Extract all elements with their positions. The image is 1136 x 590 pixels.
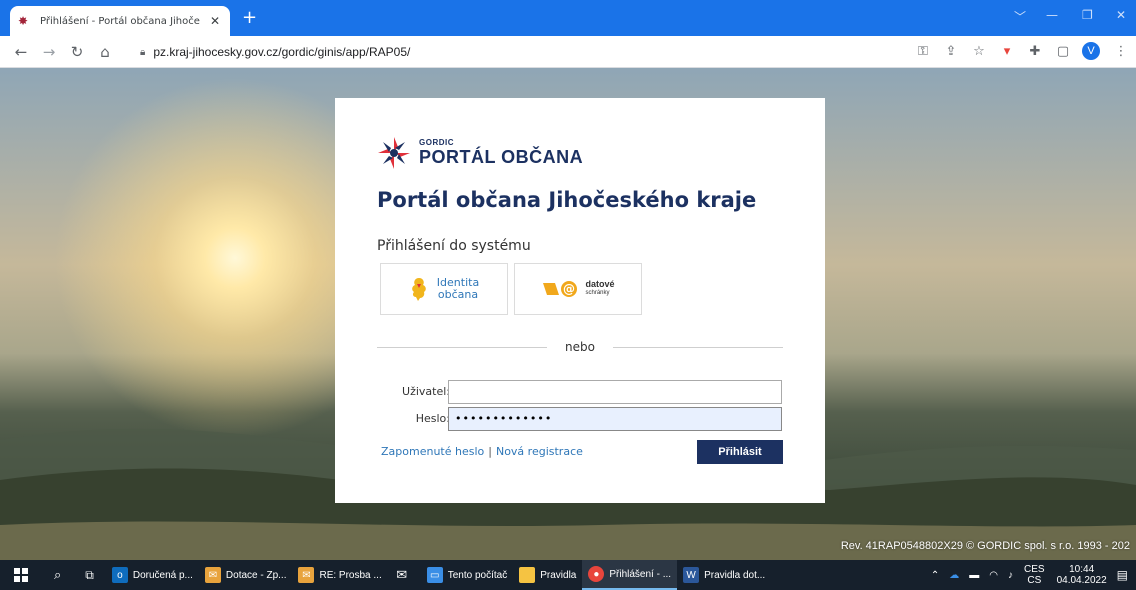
or-divider: nebo (377, 340, 783, 354)
taskbar-item-mail-2[interactable]: ✉ RE: Prosba ... (292, 560, 387, 590)
volume-icon[interactable]: ♪ (1008, 570, 1013, 581)
forgot-password-link[interactable]: Zapomenuté heslo (381, 445, 484, 458)
or-label: nebo (565, 340, 595, 354)
wifi-icon[interactable]: ◠ (989, 570, 998, 581)
restore-icon[interactable]: ❐ (1082, 8, 1093, 22)
pocket-icon[interactable]: ▾ (1000, 44, 1014, 59)
folder-icon (519, 567, 536, 583)
system-tray: ⌃ ☁ ▬ ◠ ♪ CES CS 10:44 04.04.2022 ▤ (926, 560, 1132, 590)
outlook-icon: o (111, 567, 128, 583)
browser-tab[interactable]: ✸ Přihlášení - Portál občana Jihoče ✕ (10, 6, 230, 36)
sidepanel-icon[interactable]: ▢ (1056, 44, 1070, 59)
menu-icon[interactable]: ⋮ (1114, 44, 1128, 59)
close-window-icon[interactable]: ✕ (1116, 8, 1126, 22)
ds-line1: datové (585, 279, 615, 289)
identita-obcana-button[interactable]: Identita občana (380, 263, 508, 315)
page-background: GORDIC PORTÁL OBČANA Portál občana Jihoč… (0, 68, 1136, 560)
profile-avatar[interactable]: V (1082, 42, 1100, 60)
ds-line2: schránky (585, 290, 610, 296)
windows-logo-icon (14, 568, 28, 582)
logo-product: PORTÁL OBČANA (419, 147, 584, 167)
revision-footer: Rev. 41RAP0548802X29 © GORDIC spol. s r.… (840, 540, 1130, 552)
identita-line2: občana (437, 288, 479, 301)
datove-schranky-button[interactable]: @ datové schránky (514, 263, 642, 315)
mail-icon: ✉ (298, 567, 315, 583)
lang-code: CES (1024, 564, 1045, 575)
key-icon[interactable]: ⚿ (916, 44, 930, 59)
chrome-icon: ● (588, 566, 605, 582)
taskbar-item-label: Dotace - Zp... (225, 569, 287, 581)
portal-logo-icon (378, 137, 410, 169)
onedrive-icon[interactable]: ☁ (949, 570, 959, 581)
taskbar-item-label: RE: Prosba ... (319, 569, 382, 581)
gordic-logo: GORDIC PORTÁL OBČANA (377, 136, 583, 170)
tray-chevron-icon[interactable]: ⌃ (931, 570, 939, 581)
login-button[interactable]: Přihlásit (697, 440, 783, 464)
login-subtitle: Přihlášení do systému (377, 238, 531, 254)
taskbar-item-outlook[interactable]: o Doručená p... (106, 560, 199, 590)
password-input[interactable]: ••••••••••••• (448, 407, 782, 431)
datove-schranky-logo-icon: @ (543, 281, 578, 297)
clock[interactable]: 10:44 04.04.2022 (1057, 564, 1107, 586)
logo-company: GORDIC (419, 138, 454, 147)
keyboard-code: CS (1027, 575, 1042, 586)
tab-search-icon[interactable]: ﹀ (1014, 8, 1026, 25)
taskbar-item-label: Doručená p... (132, 569, 193, 581)
word-icon: W (683, 567, 700, 583)
links-separator: | (488, 445, 492, 458)
language-indicator[interactable]: CES CS (1024, 564, 1045, 586)
tab-close-icon[interactable]: ✕ (208, 14, 222, 28)
mail-icon: ✉ (204, 567, 221, 583)
notifications-icon[interactable]: ▤ (1117, 568, 1128, 582)
password-row: Heslo: ••••••••••••• (335, 407, 825, 431)
back-icon[interactable]: ← (14, 43, 28, 61)
username-label: Uživatel: (402, 385, 450, 398)
taskbar-item-folder[interactable]: Pravidla (513, 560, 582, 590)
computer-icon: ▭ (426, 567, 443, 583)
clock-time: 10:44 (1069, 564, 1095, 575)
envelope-icon: ✉ (396, 567, 408, 582)
clock-date: 04.04.2022 (1056, 575, 1107, 586)
lock-icon[interactable]: 🔒︎ (140, 47, 145, 58)
browser-toolbar: ← → ↻ ⌂ 🔒︎ pz.kraj-jihocesky.gov.cz/gord… (0, 36, 1136, 68)
share-icon[interactable]: ⇪ (944, 44, 958, 59)
gordic-favicon-icon: ✸ (18, 14, 29, 28)
username-input[interactable] (448, 380, 782, 404)
tab-title: Přihlášení - Portál občana Jihoče (40, 15, 200, 27)
taskbar-item-chrome[interactable]: ● Přihlášení - ... (582, 560, 678, 590)
taskbar-item-mail-1[interactable]: ✉ Dotace - Zp... (199, 560, 293, 590)
url-text[interactable]: pz.kraj-jihocesky.gov.cz/gordic/ginis/ap… (153, 45, 410, 59)
home-icon[interactable]: ⌂ (98, 43, 112, 61)
login-card: GORDIC PORTÁL OBČANA Portál občana Jihoč… (335, 98, 825, 503)
svg-text:@: @ (563, 282, 575, 296)
login-links: Zapomenuté heslo | Nová registrace (381, 445, 583, 458)
taskbar-item-computer[interactable]: ▭ Tento počítač (421, 560, 513, 590)
password-label: Heslo: (415, 412, 450, 425)
taskbar-item-label: Tento počítač (447, 569, 508, 581)
browser-tab-bar: ✸ Přihlášení - Portál občana Jihoče ✕ + … (0, 0, 1136, 36)
taskbar-item-label: Přihlášení - ... (609, 568, 672, 580)
start-button[interactable] (0, 560, 42, 590)
battery-icon[interactable]: ▬ (969, 570, 979, 581)
register-link[interactable]: Nová registrace (496, 445, 583, 458)
minimize-icon[interactable]: — (1046, 8, 1058, 22)
star-icon[interactable]: ☆ (972, 44, 986, 59)
address-bar[interactable]: 🔒︎ pz.kraj-jihocesky.gov.cz/gordic/ginis… (140, 40, 900, 64)
new-tab-button[interactable]: + (242, 9, 257, 27)
czech-lion-icon (411, 278, 426, 301)
taskbar-item-envelope[interactable]: ✉ (388, 560, 421, 590)
reload-icon[interactable]: ↻ (70, 43, 84, 61)
forward-icon[interactable]: → (42, 43, 56, 61)
taskbar-item-label: Pravidla (540, 569, 577, 581)
windows-taskbar: ⌕ ⧉ o Doručená p... ✉ Dotace - Zp... ✉ R… (0, 560, 1136, 590)
username-row: Uživatel: (335, 380, 825, 404)
extensions-icon[interactable]: ✚ (1028, 44, 1042, 59)
taskbar-item-word[interactable]: W Pravidla dot... (677, 560, 771, 590)
task-view-icon[interactable]: ⧉ (73, 560, 106, 590)
search-icon[interactable]: ⌕ (42, 560, 73, 590)
page-title: Portál občana Jihočeského kraje (377, 188, 757, 212)
taskbar-item-label: Pravidla dot... (704, 569, 766, 581)
